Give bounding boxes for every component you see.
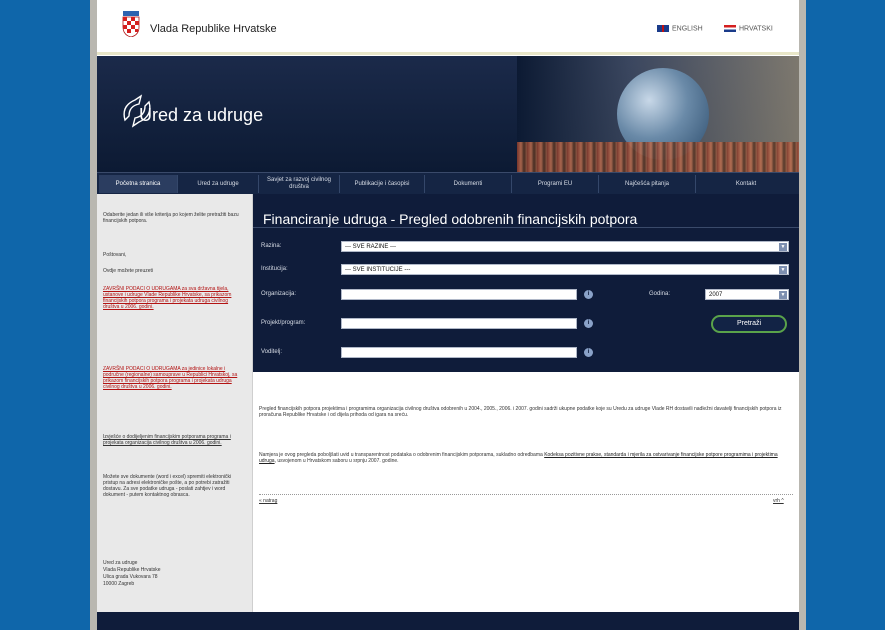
nav-item-najcesca-pitanja[interactable]: Najčešća pitanja [599, 175, 696, 193]
projekt-label: Projekt/program: [261, 320, 306, 326]
razina-label: Razina: [261, 243, 282, 249]
organizacija-input[interactable] [341, 289, 577, 300]
back-link[interactable]: « natrag [259, 498, 277, 504]
intro-paragraph: Pregled financijskih potpora projektima … [259, 406, 782, 418]
chevron-down-icon: ▼ [779, 266, 787, 274]
info-icon[interactable]: i [584, 319, 593, 328]
nav-item-savjet[interactable]: Savjet za razvoj civilnog društva [259, 175, 340, 193]
sidebar-link-final-data-local[interactable]: ZAVRŠNI PODACI O UDRUGAMA za jedinice lo… [103, 366, 245, 390]
language-english-label: ENGLISH [672, 25, 703, 33]
purpose-paragraph: Namjera je ovog pregleda poboljšati uvid… [259, 452, 793, 464]
institucija-selected-value: --- SVE INSTITUCIJE --- [345, 267, 411, 273]
header-divider [97, 52, 799, 55]
voditelj-label: Voditelj: [261, 349, 283, 355]
razina-select[interactable]: --- SVE RAZINE --- ▼ [341, 241, 789, 252]
language-english-link[interactable]: ENGLISH [657, 25, 703, 32]
crowd-image [517, 142, 799, 172]
language-croatian-link[interactable]: HRVATSKI [724, 25, 773, 32]
footer-bar [97, 612, 799, 630]
top-link[interactable]: vrh ^ [773, 498, 784, 504]
institucija-select[interactable]: --- SVE INSTITUCIJE --- ▼ [341, 264, 789, 275]
info-icon[interactable]: i [584, 348, 593, 357]
sidebar-address-line-2: Vlada Republike Hrvatske [103, 567, 161, 573]
page-title: Financiranje udruga - Pregled odobrenih … [263, 211, 638, 227]
main-content: Pregled financijskih potpora projektima … [253, 372, 799, 630]
banner: Ured za udruge [97, 56, 799, 172]
chevron-down-icon: ▼ [779, 291, 787, 299]
sidebar-address-line-3: Ulica grada Vukovara 78 [103, 574, 158, 580]
uk-flag-icon [657, 25, 669, 32]
page-side-strip-left [90, 0, 97, 630]
projekt-program-input[interactable] [341, 318, 577, 329]
sidebar: Odaberite jedan ili više kriterija po ko… [97, 194, 253, 630]
voditelj-input[interactable] [341, 347, 577, 358]
nav-item-dokumenti[interactable]: Dokumenti [425, 175, 512, 193]
nav-item-programi-eu[interactable]: Programi EU [512, 175, 599, 193]
government-name[interactable]: Vlada Republike Hrvatske [150, 23, 277, 35]
razina-selected-value: --- SVE RAZINE --- [345, 244, 396, 250]
sidebar-note: Možete sve dokumente (word i excel) spre… [103, 474, 232, 498]
sidebar-link-final-data-state[interactable]: ZAVRŠNI PODACI O UDRUGAMA za sva državna… [103, 286, 245, 310]
sidebar-address-line-1: Ured za udruge [103, 560, 138, 566]
institucija-label: Institucija: [261, 266, 288, 272]
banner-title[interactable]: Ured za udruge [139, 105, 263, 126]
coat-of-arms-icon [122, 11, 140, 37]
sidebar-link-report[interactable]: Izvješće o dodijeljenim financijskim pot… [103, 434, 245, 446]
search-button[interactable]: Pretraži [711, 315, 787, 333]
chevron-down-icon: ▼ [779, 243, 787, 251]
nav-item-kontakt[interactable]: Kontakt [696, 175, 796, 193]
croatian-flag-icon [724, 25, 736, 32]
sidebar-address-line-4: 10000 Zagreb [103, 581, 135, 587]
organizacija-label: Organizacija: [261, 291, 297, 297]
top-header: Vlada Republike Hrvatske ENGLISH HRVATSK… [97, 0, 799, 56]
sidebar-download-text: Ovdje možete preuzeti [103, 268, 154, 274]
nav-item-pocetna[interactable]: Početna stranica [99, 175, 178, 193]
page-side-strip-right [799, 0, 806, 630]
sidebar-greeting: Poštovani, [103, 252, 127, 258]
dotted-divider [259, 494, 793, 495]
godina-label: Godina: [649, 291, 671, 297]
language-croatian-label: HRVATSKI [739, 25, 773, 33]
sidebar-intro: Odaberite jedan ili više kriterija po ko… [103, 212, 239, 224]
purpose-text-b: , usvojenom u Hrvatskom saboru u srpnju … [274, 458, 399, 464]
title-divider [253, 227, 799, 228]
search-form-panel: Financiranje udruga - Pregled odobrenih … [253, 194, 799, 372]
godina-select[interactable]: 2007 ▼ [705, 289, 789, 300]
nav-item-ured[interactable]: Ured za udruge [178, 175, 259, 193]
info-icon[interactable]: i [584, 290, 593, 299]
godina-selected-value: 2007 [709, 292, 723, 298]
main-navigation: Početna stranica Ured za udruge Savjet z… [97, 172, 799, 195]
nav-item-publikacije[interactable]: Publikacije i časopisi [340, 175, 425, 193]
page-container: Vlada Republike Hrvatske ENGLISH HRVATSK… [97, 0, 799, 630]
